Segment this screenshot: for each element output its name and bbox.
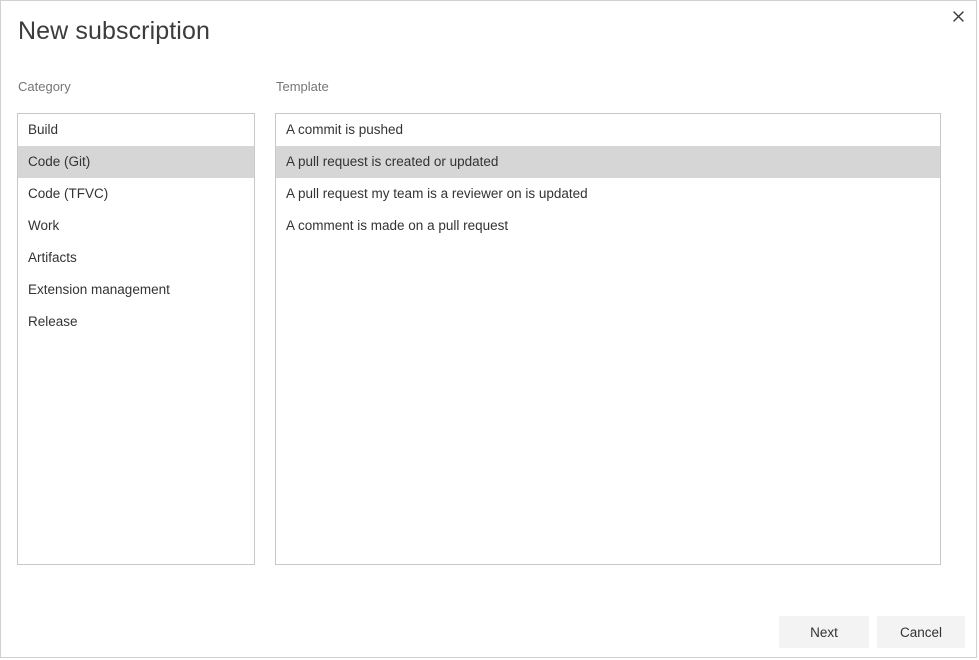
close-icon[interactable] [944, 3, 972, 29]
category-item[interactable]: Build [18, 114, 254, 146]
category-item[interactable]: Release [18, 306, 254, 338]
close-icon-glyph [952, 10, 964, 22]
next-button[interactable]: Next [779, 616, 869, 648]
template-listbox[interactable]: A commit is pushed A pull request is crea… [275, 113, 941, 565]
page-title: New subscription [18, 17, 210, 45]
template-item[interactable]: A comment is made on a pull request [276, 210, 940, 242]
new-subscription-dialog: New subscription Category Template Build… [0, 0, 977, 658]
template-item[interactable]: A pull request is created or updated [276, 146, 940, 178]
template-label: Template [276, 79, 329, 94]
category-item[interactable]: Code (Git) [18, 146, 254, 178]
template-item[interactable]: A pull request my team is a reviewer on … [276, 178, 940, 210]
category-listbox[interactable]: Build Code (Git) Code (TFVC) Work Artifacts E… [17, 113, 255, 565]
category-item[interactable]: Work [18, 210, 254, 242]
category-label: Category [18, 79, 71, 94]
dialog-footer: Next Cancel [1, 616, 976, 648]
category-item[interactable]: Artifacts [18, 242, 254, 274]
template-item[interactable]: A commit is pushed [276, 114, 940, 146]
cancel-button[interactable]: Cancel [877, 616, 965, 648]
category-item[interactable]: Code (TFVC) [18, 178, 254, 210]
category-item[interactable]: Extension management [18, 274, 254, 306]
